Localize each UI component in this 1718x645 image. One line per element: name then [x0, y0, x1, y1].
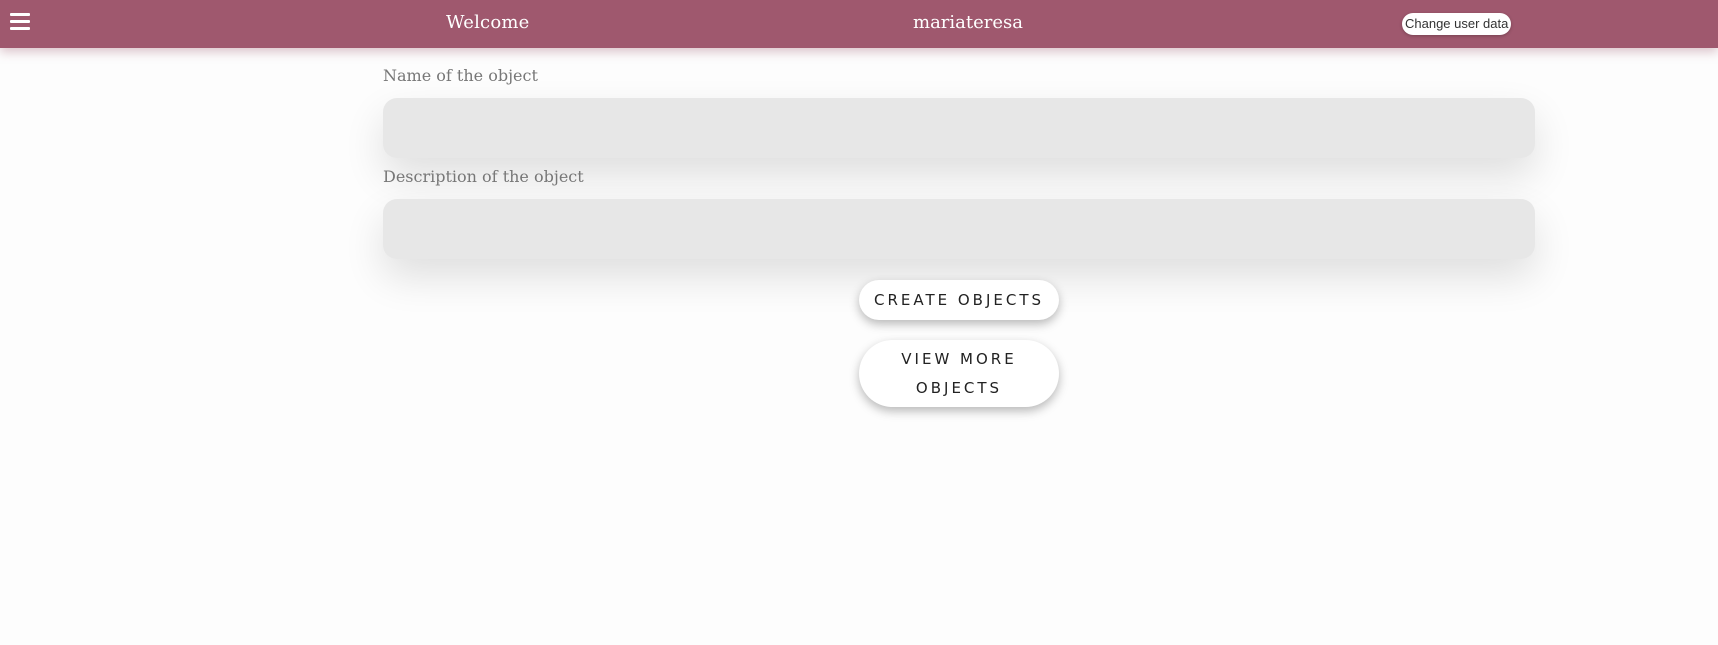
- hamburger-menu-icon[interactable]: [10, 13, 30, 33]
- username-text: mariateresa: [913, 12, 1024, 33]
- name-field-label: Name of the object: [383, 66, 538, 85]
- menu-line: [10, 13, 30, 16]
- name-input[interactable]: [383, 98, 1535, 158]
- menu-line: [10, 27, 30, 30]
- description-field-label: Description of the object: [383, 167, 584, 186]
- top-bar: Welcome mariateresa Change user data: [0, 0, 1718, 48]
- change-user-data-button[interactable]: Change user data: [1402, 13, 1512, 35]
- create-objects-button[interactable]: CREATE OBJECTS: [859, 280, 1059, 320]
- description-input[interactable]: [383, 199, 1535, 259]
- menu-line: [10, 20, 30, 23]
- view-more-objects-button[interactable]: VIEW MORE OBJECTS: [859, 340, 1059, 407]
- welcome-text: Welcome: [446, 12, 530, 33]
